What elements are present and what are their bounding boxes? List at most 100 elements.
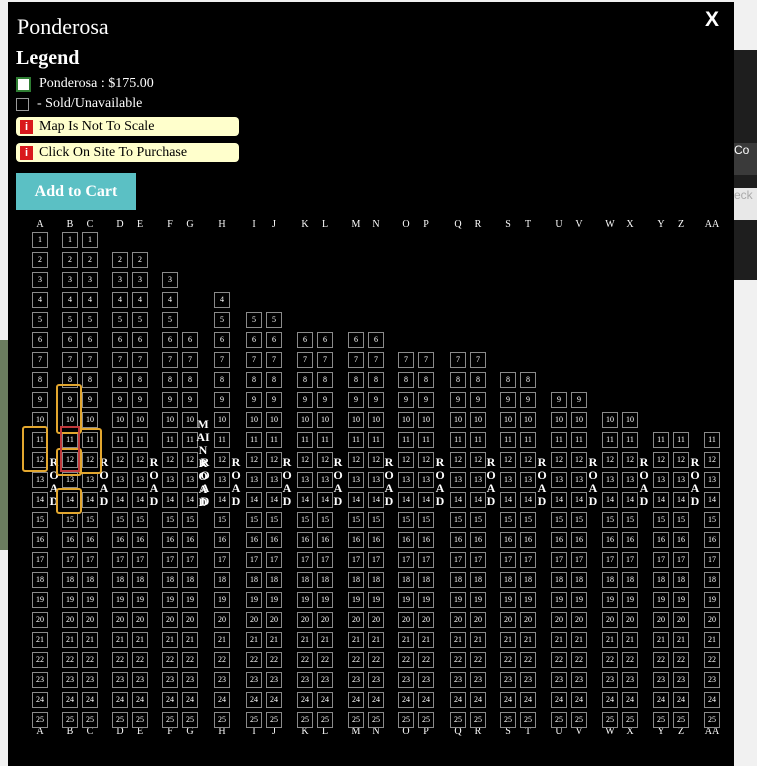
site-d-4[interactable]: 4 (112, 292, 128, 308)
site-n-20[interactable]: 20 (368, 612, 384, 628)
site-p-24[interactable]: 24 (418, 692, 434, 708)
site-b-20[interactable]: 20 (62, 612, 78, 628)
site-t-8[interactable]: 8 (520, 372, 536, 388)
site-o-21[interactable]: 21 (398, 632, 414, 648)
site-n-17[interactable]: 17 (368, 552, 384, 568)
site-u-20[interactable]: 20 (551, 612, 567, 628)
site-x-22[interactable]: 22 (622, 652, 638, 668)
site-g-17[interactable]: 17 (182, 552, 198, 568)
site-b-25[interactable]: 25 (62, 712, 78, 728)
site-s-14[interactable]: 14 (500, 492, 516, 508)
site-z-23[interactable]: 23 (673, 672, 689, 688)
site-i-17[interactable]: 17 (246, 552, 262, 568)
site-r-22[interactable]: 22 (470, 652, 486, 668)
site-aa-12[interactable]: 12 (704, 452, 720, 468)
site-d-19[interactable]: 19 (112, 592, 128, 608)
site-z-11[interactable]: 11 (673, 432, 689, 448)
site-r-21[interactable]: 21 (470, 632, 486, 648)
site-w-18[interactable]: 18 (602, 572, 618, 588)
site-o-18[interactable]: 18 (398, 572, 414, 588)
site-m-22[interactable]: 22 (348, 652, 364, 668)
site-n-15[interactable]: 15 (368, 512, 384, 528)
site-p-19[interactable]: 19 (418, 592, 434, 608)
site-k-7[interactable]: 7 (297, 352, 313, 368)
site-i-23[interactable]: 23 (246, 672, 262, 688)
site-t-18[interactable]: 18 (520, 572, 536, 588)
site-n-21[interactable]: 21 (368, 632, 384, 648)
site-x-13[interactable]: 13 (622, 472, 638, 488)
site-b-2[interactable]: 2 (62, 252, 78, 268)
site-w-19[interactable]: 19 (602, 592, 618, 608)
site-m-14[interactable]: 14 (348, 492, 364, 508)
site-v-25[interactable]: 25 (571, 712, 587, 728)
site-r-11[interactable]: 11 (470, 432, 486, 448)
site-v-11[interactable]: 11 (571, 432, 587, 448)
site-m-15[interactable]: 15 (348, 512, 364, 528)
site-c-5[interactable]: 5 (82, 312, 98, 328)
site-b-11[interactable]: 11 (62, 432, 78, 448)
site-e-10[interactable]: 10 (132, 412, 148, 428)
site-a-24[interactable]: 24 (32, 692, 48, 708)
site-m-7[interactable]: 7 (348, 352, 364, 368)
site-b-13[interactable]: 13 (62, 472, 78, 488)
site-w-14[interactable]: 14 (602, 492, 618, 508)
site-i-16[interactable]: 16 (246, 532, 262, 548)
site-c-10[interactable]: 10 (82, 412, 98, 428)
site-m-12[interactable]: 12 (348, 452, 364, 468)
site-x-17[interactable]: 17 (622, 552, 638, 568)
site-aa-21[interactable]: 21 (704, 632, 720, 648)
site-k-25[interactable]: 25 (297, 712, 313, 728)
site-t-13[interactable]: 13 (520, 472, 536, 488)
site-c-25[interactable]: 25 (82, 712, 98, 728)
site-e-7[interactable]: 7 (132, 352, 148, 368)
site-o-9[interactable]: 9 (398, 392, 414, 408)
site-k-8[interactable]: 8 (297, 372, 313, 388)
site-u-22[interactable]: 22 (551, 652, 567, 668)
site-f-8[interactable]: 8 (162, 372, 178, 388)
site-o-19[interactable]: 19 (398, 592, 414, 608)
site-z-14[interactable]: 14 (673, 492, 689, 508)
site-g-16[interactable]: 16 (182, 532, 198, 548)
site-s-17[interactable]: 17 (500, 552, 516, 568)
site-u-17[interactable]: 17 (551, 552, 567, 568)
site-y-20[interactable]: 20 (653, 612, 669, 628)
site-x-20[interactable]: 20 (622, 612, 638, 628)
site-l-11[interactable]: 11 (317, 432, 333, 448)
site-c-24[interactable]: 24 (82, 692, 98, 708)
site-a-3[interactable]: 3 (32, 272, 48, 288)
site-c-14[interactable]: 14 (82, 492, 98, 508)
site-a-6[interactable]: 6 (32, 332, 48, 348)
site-g-18[interactable]: 18 (182, 572, 198, 588)
site-w-15[interactable]: 15 (602, 512, 618, 528)
site-b-4[interactable]: 4 (62, 292, 78, 308)
site-r-17[interactable]: 17 (470, 552, 486, 568)
site-u-23[interactable]: 23 (551, 672, 567, 688)
site-c-16[interactable]: 16 (82, 532, 98, 548)
site-n-22[interactable]: 22 (368, 652, 384, 668)
site-f-17[interactable]: 17 (162, 552, 178, 568)
site-j-7[interactable]: 7 (266, 352, 282, 368)
site-k-13[interactable]: 13 (297, 472, 313, 488)
site-p-20[interactable]: 20 (418, 612, 434, 628)
site-y-17[interactable]: 17 (653, 552, 669, 568)
site-x-18[interactable]: 18 (622, 572, 638, 588)
site-d-2[interactable]: 2 (112, 252, 128, 268)
site-u-18[interactable]: 18 (551, 572, 567, 588)
site-m-25[interactable]: 25 (348, 712, 364, 728)
site-a-23[interactable]: 23 (32, 672, 48, 688)
site-y-11[interactable]: 11 (653, 432, 669, 448)
site-p-11[interactable]: 11 (418, 432, 434, 448)
site-k-14[interactable]: 14 (297, 492, 313, 508)
site-z-22[interactable]: 22 (673, 652, 689, 668)
site-n-8[interactable]: 8 (368, 372, 384, 388)
site-u-25[interactable]: 25 (551, 712, 567, 728)
site-t-23[interactable]: 23 (520, 672, 536, 688)
site-h-6[interactable]: 6 (214, 332, 230, 348)
site-t-16[interactable]: 16 (520, 532, 536, 548)
site-b-7[interactable]: 7 (62, 352, 78, 368)
site-q-15[interactable]: 15 (450, 512, 466, 528)
site-q-11[interactable]: 11 (450, 432, 466, 448)
site-v-17[interactable]: 17 (571, 552, 587, 568)
site-e-2[interactable]: 2 (132, 252, 148, 268)
site-f-5[interactable]: 5 (162, 312, 178, 328)
